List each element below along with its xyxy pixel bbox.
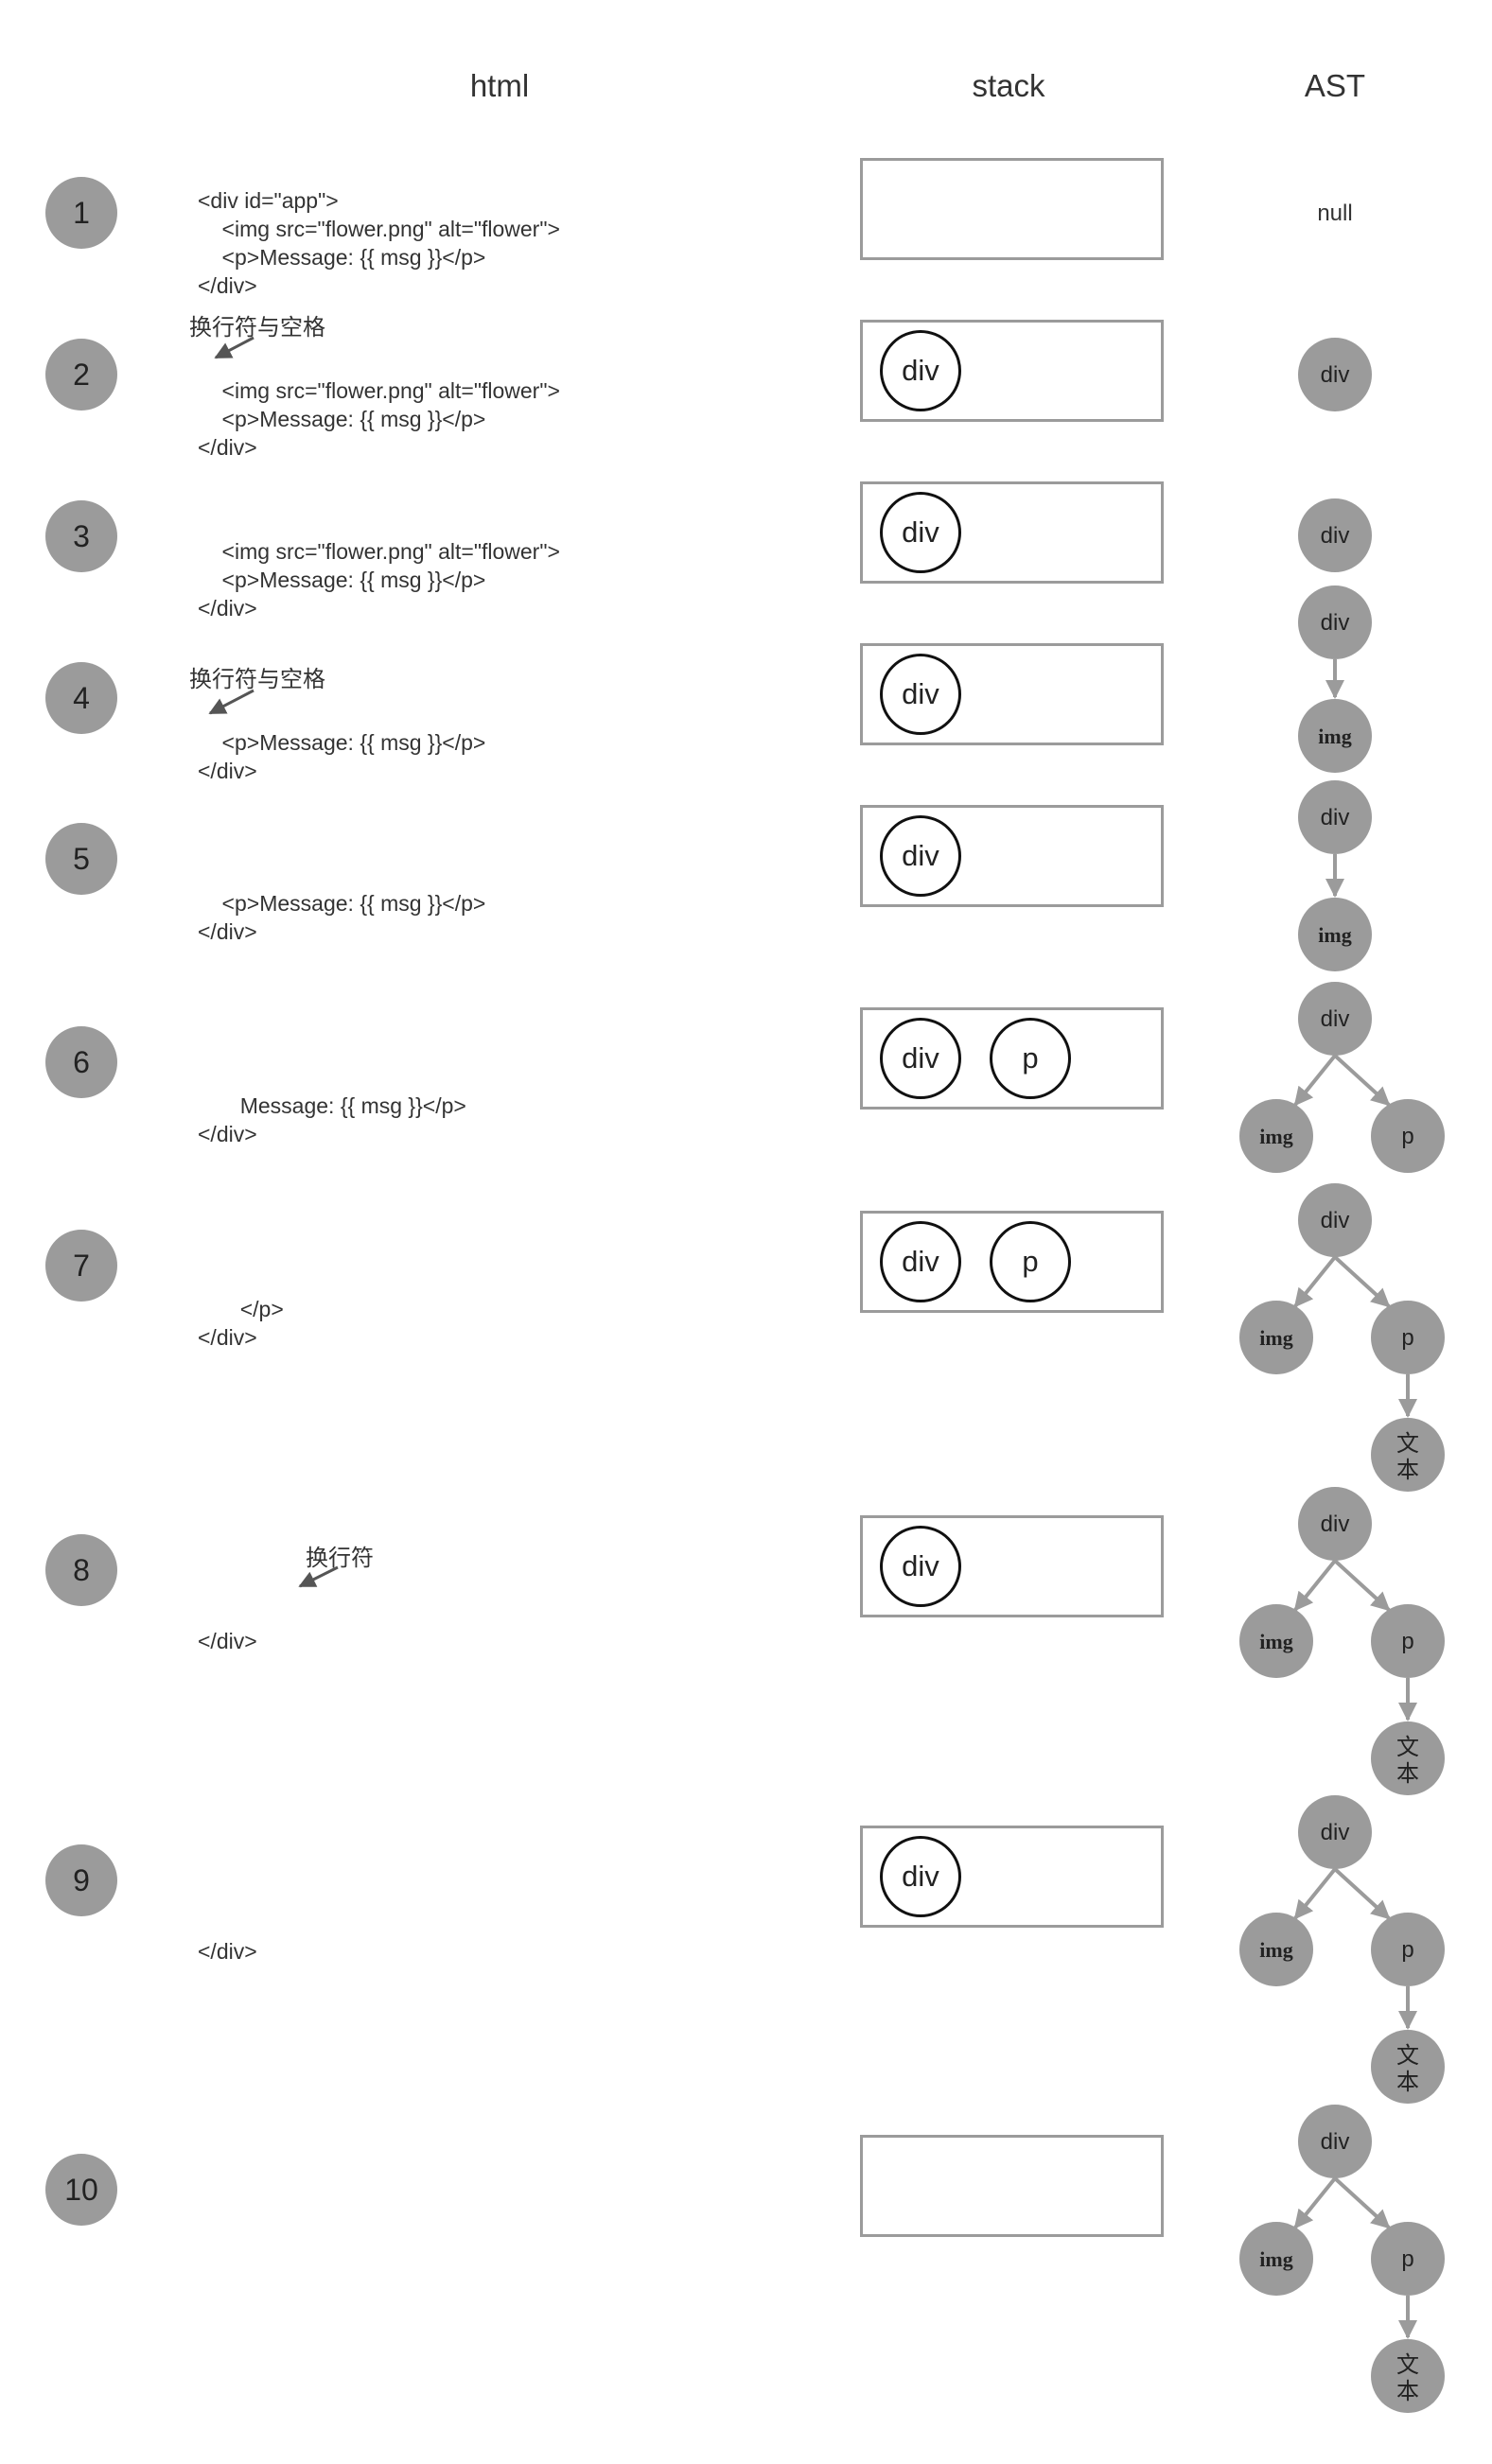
ast-node-div: div <box>1298 982 1372 1056</box>
ast-node-label: p <box>1401 1124 1413 1149</box>
ast-node-label: 本 <box>1396 1458 1419 1483</box>
ast-node-label: div <box>1321 523 1350 549</box>
ast-node-img: img <box>1239 1604 1313 1678</box>
ast-node-label: div <box>1321 1820 1350 1845</box>
ast-node-label: 本 <box>1396 1761 1419 1787</box>
ast-node-label: 文 <box>1396 1735 1419 1760</box>
ast-node-div: div <box>1298 780 1372 854</box>
ast-node-label: img <box>1259 1938 1292 1962</box>
ast-edge <box>1333 1255 1391 1308</box>
ast-node-div: div <box>1298 498 1372 572</box>
diagram-overlay: divdivdivimgdivimgdivimg pdivimg p文本divimg… <box>208 336 1445 2413</box>
annotation-arrow <box>298 1565 339 1588</box>
ast-node-label: img <box>1318 725 1351 748</box>
ast-node-label: div <box>1321 1208 1350 1233</box>
ast-node-label: img <box>1318 923 1351 947</box>
ast-node-div: div <box>1298 1487 1372 1561</box>
ast-node-div: div <box>1298 1795 1372 1869</box>
ast-node-text: 文本 <box>1371 2339 1445 2413</box>
ast-edge <box>1333 1867 1391 1920</box>
ast-edge <box>1293 1867 1337 1920</box>
ast-layer: divdivdivimgdivimgdivimg pdivimg p文本divimg… <box>1239 338 1445 2413</box>
ast-node-label: 本 <box>1396 2070 1419 2095</box>
annotation-arrow <box>208 689 255 715</box>
ast-node-img: img <box>1239 1099 1313 1173</box>
ast-edge <box>1293 1559 1337 1612</box>
ast-node-text: 文本 <box>1371 1418 1445 1492</box>
ast-node-label: 文 <box>1396 2043 1419 2069</box>
ast-node-label: p <box>1401 2246 1413 2272</box>
ast-edge <box>1333 2176 1391 2229</box>
ast-node-p: p <box>1371 1301 1445 1374</box>
ast-edge <box>1293 2176 1337 2229</box>
ast-node-label: img <box>1259 1125 1292 1148</box>
ast-node-label: div <box>1321 1006 1350 1032</box>
ast-node-label: div <box>1321 2129 1350 2155</box>
ast-node-label: p <box>1401 1629 1413 1654</box>
ast-node-label: div <box>1321 805 1350 830</box>
ast-node-p: p <box>1371 1913 1445 1986</box>
ast-edge <box>1333 1054 1391 1107</box>
annotation-arrows <box>208 336 339 1588</box>
ast-node-text: 文本 <box>1371 1721 1445 1795</box>
ast-node-div: div <box>1298 1183 1372 1257</box>
ast-edge <box>1293 1054 1337 1107</box>
ast-node-img: img <box>1239 1913 1313 1986</box>
annotation-arrow <box>214 336 255 359</box>
ast-node-div: div <box>1298 338 1372 411</box>
ast-node-img: img <box>1239 1301 1313 1374</box>
ast-node-label: div <box>1321 362 1350 388</box>
ast-edge <box>1293 1255 1337 1308</box>
ast-node-img: img <box>1298 898 1372 971</box>
ast-node-div: div <box>1298 2105 1372 2178</box>
ast-node-label: img <box>1259 1630 1292 1653</box>
ast-node-label: p <box>1401 1937 1413 1963</box>
ast-node-label: img <box>1259 2247 1292 2271</box>
ast-node-label: p <box>1401 1325 1413 1351</box>
ast-node-img: img <box>1298 699 1372 773</box>
ast-node-p: p <box>1371 1099 1445 1173</box>
ast-node-img: img <box>1239 2222 1313 2296</box>
ast-node-label: 文 <box>1396 1431 1419 1457</box>
ast-node-label: div <box>1321 610 1350 636</box>
ast-node-label: img <box>1259 1326 1292 1350</box>
ast-node-label: 文 <box>1396 2352 1419 2378</box>
ast-node-div: div <box>1298 585 1372 659</box>
ast-edge <box>1333 1559 1391 1612</box>
ast-node-p: p <box>1371 1604 1445 1678</box>
ast-node-label: 本 <box>1396 2379 1419 2404</box>
ast-node-p: p <box>1371 2222 1445 2296</box>
ast-node-text: 文本 <box>1371 2030 1445 2104</box>
ast-node-label: div <box>1321 1512 1350 1537</box>
